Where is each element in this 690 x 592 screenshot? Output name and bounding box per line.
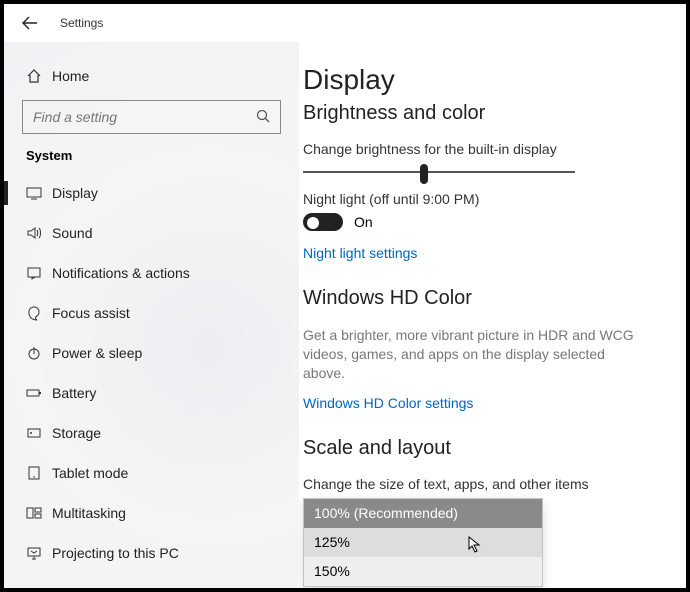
toggle-state: On: [354, 214, 373, 230]
settings-window: Settings Home System Display: [0, 0, 690, 592]
nav-sound[interactable]: Sound: [4, 213, 299, 253]
notifications-icon: [26, 265, 52, 281]
window-title: Settings: [60, 16, 103, 30]
nav-label: Focus assist: [52, 305, 130, 321]
nav-label: Multitasking: [52, 505, 126, 521]
back-button[interactable]: [16, 9, 44, 37]
section-label: System: [4, 148, 299, 163]
nav-focus[interactable]: Focus assist: [4, 293, 299, 333]
section-brightness: Brightness and color: [303, 102, 658, 125]
nav-projecting[interactable]: Projecting to this PC: [4, 533, 299, 573]
content-pane: Display Brightness and color Change brig…: [299, 42, 686, 588]
scale-option-100[interactable]: 100% (Recommended): [304, 499, 542, 528]
night-light-label: Night light (off until 9:00 PM): [303, 191, 658, 207]
scale-dropdown[interactable]: 100% (Recommended) 125% 150%: [303, 498, 543, 587]
brightness-label: Change brightness for the built-in displ…: [303, 141, 658, 157]
nav-label: Display: [52, 185, 98, 201]
nav-label: Power & sleep: [52, 345, 142, 361]
search-icon: [255, 108, 271, 124]
nav-multitasking[interactable]: Multitasking: [4, 493, 299, 533]
nav-label: Notifications & actions: [52, 265, 190, 281]
nav-label: Projecting to this PC: [52, 545, 179, 561]
section-scale: Scale and layout: [303, 437, 658, 460]
focus-icon: [26, 305, 52, 321]
storage-icon: [26, 425, 52, 441]
scale-option-150[interactable]: 150%: [304, 557, 542, 586]
home-nav[interactable]: Home: [4, 56, 299, 96]
nav-battery[interactable]: Battery: [4, 373, 299, 413]
nav-notifications[interactable]: Notifications & actions: [4, 253, 299, 293]
nav-label: Tablet mode: [52, 465, 128, 481]
tablet-icon: [26, 465, 52, 481]
toggle-knob: [307, 217, 319, 229]
back-arrow-icon: [22, 15, 38, 31]
multitasking-icon: [26, 505, 52, 521]
titlebar: Settings: [4, 4, 686, 42]
nav-label: Storage: [52, 425, 101, 441]
scale-label: Change the size of text, apps, and other…: [303, 476, 658, 492]
sound-icon: [26, 225, 52, 241]
brightness-slider[interactable]: [303, 171, 575, 173]
nav-display[interactable]: Display: [4, 173, 299, 213]
home-icon: [26, 68, 52, 84]
hd-description: Get a brighter, more vibrant picture in …: [303, 326, 643, 383]
hd-settings-link[interactable]: Windows HD Color settings: [303, 395, 658, 411]
page-title: Display: [303, 64, 658, 96]
nav-power[interactable]: Power & sleep: [4, 333, 299, 373]
night-light-settings-link[interactable]: Night light settings: [303, 245, 658, 261]
slider-thumb[interactable]: [420, 164, 428, 184]
cursor-icon: [468, 536, 482, 554]
home-label: Home: [52, 68, 89, 84]
sidebar: Home System Display Sound Notifications …: [4, 42, 299, 588]
nav-tablet[interactable]: Tablet mode: [4, 453, 299, 493]
nav-label: Sound: [52, 225, 92, 241]
section-hd: Windows HD Color: [303, 287, 658, 310]
search-input[interactable]: [22, 100, 281, 134]
scale-option-125[interactable]: 125%: [304, 528, 542, 557]
power-icon: [26, 345, 52, 361]
nav-label: Battery: [52, 385, 96, 401]
projecting-icon: [26, 545, 52, 561]
nav-storage[interactable]: Storage: [4, 413, 299, 453]
night-light-toggle[interactable]: [303, 213, 343, 231]
display-icon: [26, 185, 52, 201]
battery-icon: [26, 385, 52, 401]
search-wrap: [22, 100, 281, 134]
